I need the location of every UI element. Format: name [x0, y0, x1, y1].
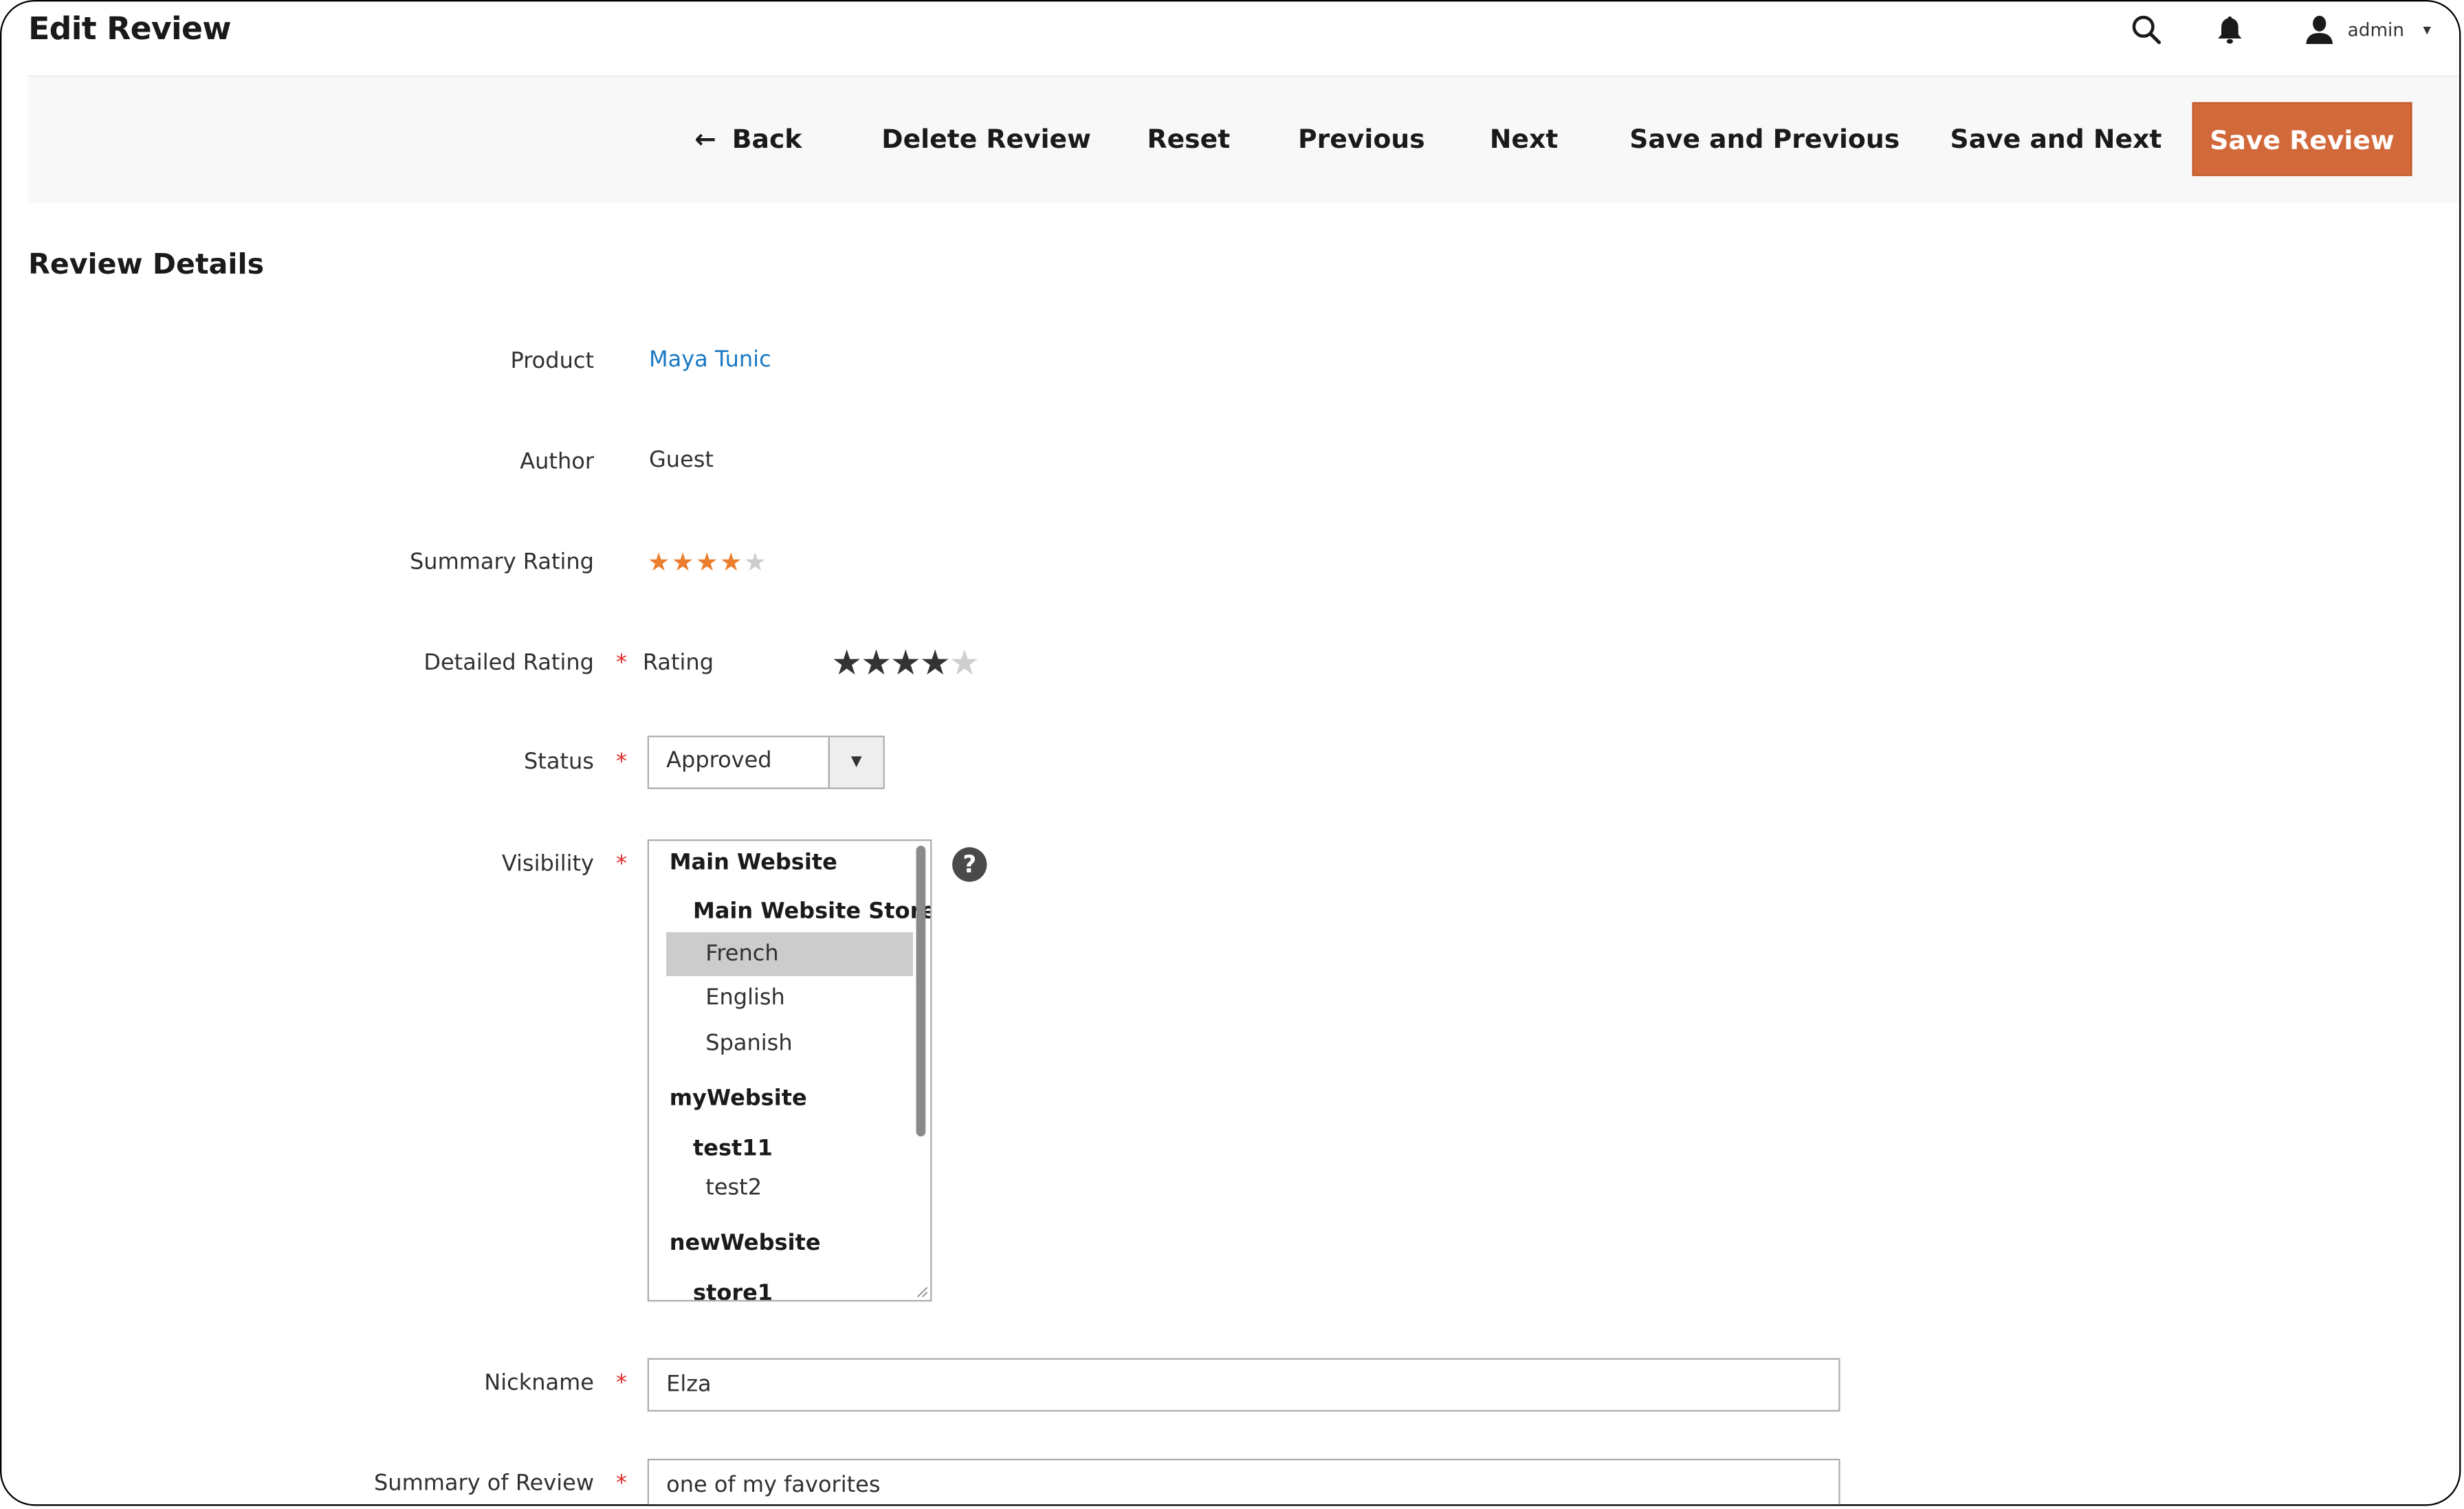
reset-button[interactable]: Reset	[1147, 116, 1231, 164]
chevron-down-icon[interactable]: ▼	[828, 737, 883, 788]
star-filled-icon: ★	[719, 547, 744, 577]
resize-handle-icon[interactable]	[916, 1286, 929, 1298]
star-filled-icon[interactable]: ★	[861, 644, 892, 683]
rating-sub-label: Rating	[642, 650, 714, 676]
product-label: Product	[510, 349, 594, 375]
star-filled-icon[interactable]: ★	[831, 644, 862, 683]
previous-button[interactable]: Previous	[1298, 116, 1425, 164]
save-and-previous-button[interactable]: Save and Previous	[1629, 116, 1900, 164]
visibility-label: Visibility	[501, 852, 594, 877]
page-actions-toolbar: ← Back Delete Review Reset Previous Next …	[28, 75, 2460, 203]
visibility-option[interactable]: test2	[705, 1176, 762, 1201]
back-button[interactable]: ← Back	[694, 116, 802, 164]
required-mark: *	[615, 749, 627, 775]
visibility-option[interactable]: myWebsite	[670, 1086, 807, 1112]
visibility-option[interactable]: store1	[693, 1281, 773, 1299]
search-icon[interactable]	[2131, 14, 2162, 46]
bell-icon[interactable]	[2216, 14, 2244, 46]
visibility-option-selected[interactable]: French	[666, 932, 913, 976]
chevron-down-icon[interactable]: ▾	[2423, 21, 2431, 38]
next-button[interactable]: Next	[1490, 116, 1558, 164]
visibility-multiselect[interactable]: Main Website Main Website Store French E…	[647, 839, 932, 1302]
header-actions: admin ▾	[2131, 8, 2431, 52]
page-title: Edit Review	[28, 9, 231, 47]
save-review-button[interactable]: Save Review	[2192, 102, 2412, 177]
author-value: Guest	[648, 448, 714, 474]
status-label: Status	[523, 749, 594, 775]
star-filled-icon: ★	[671, 547, 696, 577]
summary-of-review-input[interactable]	[647, 1458, 1840, 1505]
status-select-value: Approved	[666, 748, 772, 773]
summary-rating-label: Summary Rating	[409, 550, 594, 575]
app-stage: Edit Review admin ▾ ← Back Delete Review …	[0, 0, 2464, 1509]
back-button-label: Back	[732, 124, 802, 155]
required-mark: *	[615, 852, 627, 877]
scrollbar-thumb[interactable]	[916, 846, 926, 1137]
visibility-option[interactable]: newWebsite	[670, 1231, 821, 1256]
nickname-label: Nickname	[484, 1370, 594, 1396]
summary-rating-stars: ★★★★★	[648, 547, 768, 577]
product-link[interactable]: Maya Tunic	[649, 347, 771, 373]
visibility-option[interactable]: Spanish	[705, 1031, 792, 1057]
user-menu-label[interactable]: admin	[2348, 19, 2404, 41]
visibility-option[interactable]: Main Website Store	[693, 899, 930, 925]
help-icon[interactable]: ?	[952, 847, 987, 882]
nickname-input[interactable]	[647, 1358, 1840, 1412]
required-mark: *	[615, 1471, 627, 1497]
user-icon[interactable]	[2304, 14, 2335, 46]
required-mark: *	[615, 1370, 627, 1396]
status-select[interactable]: Approved ▼	[647, 736, 885, 789]
summary-of-review-label: Summary of Review	[373, 1471, 594, 1497]
window-frame: Edit Review admin ▾ ← Back Delete Review …	[0, 0, 2461, 1506]
detailed-rating-label: Detailed Rating	[424, 650, 594, 676]
star-empty-icon: ★	[743, 547, 769, 577]
section-title: Review Details	[28, 248, 265, 282]
visibility-option[interactable]: English	[705, 986, 785, 1011]
save-and-next-button[interactable]: Save and Next	[1950, 116, 2162, 164]
star-filled-icon[interactable]: ★	[890, 644, 921, 683]
required-mark: *	[615, 650, 627, 676]
delete-review-button[interactable]: Delete Review	[881, 116, 1091, 164]
author-label: Author	[520, 449, 594, 475]
visibility-option[interactable]: Main Website	[670, 850, 837, 876]
star-empty-icon[interactable]: ★	[949, 644, 980, 683]
star-filled-icon: ★	[695, 547, 720, 577]
detailed-rating-stars[interactable]: ★★★★★	[831, 644, 980, 683]
arrow-left-icon: ←	[694, 124, 716, 155]
visibility-option[interactable]: test11	[693, 1136, 773, 1162]
star-filled-icon: ★	[647, 547, 672, 577]
star-filled-icon[interactable]: ★	[920, 644, 951, 683]
